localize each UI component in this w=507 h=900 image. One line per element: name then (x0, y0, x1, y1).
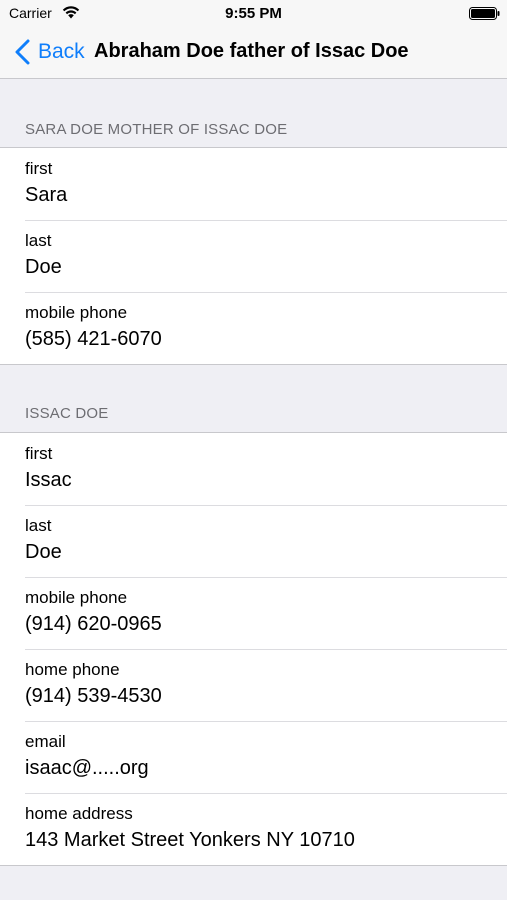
field-label: mobile phone (25, 588, 128, 607)
field-value: 143 Market Street Yonkers NY 10710 (25, 829, 355, 851)
field-row-mobile-phone[interactable]: mobile phone (585) 421-6070 (0, 292, 507, 364)
status-bar: Carrier 9:55 PM (0, 0, 507, 26)
field-row-last[interactable]: last Doe (0, 220, 507, 292)
battery-icon (469, 7, 500, 20)
field-label: email (25, 732, 66, 751)
field-value: isaac@.....org (25, 757, 149, 779)
field-value: Issac (25, 469, 72, 491)
section-header-label: ISSAC DOE (25, 405, 109, 422)
back-button[interactable]: Back (14, 38, 85, 66)
field-value: (914) 620-0965 (25, 613, 162, 635)
field-value: Sara (25, 184, 68, 206)
field-label: first (25, 444, 53, 463)
field-row-mobile-phone[interactable]: mobile phone (914) 620-0965 (0, 577, 507, 649)
field-row-email[interactable]: email isaac@.....org (0, 721, 507, 793)
section-header: ISSAC DOE (0, 365, 507, 432)
field-label: first (25, 159, 53, 178)
field-value: (585) 421-6070 (25, 328, 162, 350)
field-label: last (25, 516, 52, 535)
field-label: home address (25, 804, 133, 823)
field-label: last (25, 231, 52, 250)
field-label: home phone (25, 660, 120, 679)
contact-details-list: SARA DOE MOTHER OF ISSAC DOE first Sara … (0, 80, 507, 866)
field-row-home-address[interactable]: home address 143 Market Street Yonkers N… (0, 793, 507, 865)
back-label: Back (38, 40, 85, 63)
section-sara-doe: first Sara last Doe mobile phone (585) 4… (0, 147, 507, 365)
field-label: mobile phone (25, 303, 128, 322)
navigation-bar: Back Abraham Doe father of Issac Doe (0, 26, 507, 79)
section-issac-doe: first Issac last Doe mobile phone (914) … (0, 432, 507, 866)
status-time: 9:55 PM (225, 5, 282, 22)
field-value: (914) 539-4530 (25, 685, 162, 707)
field-value: Doe (25, 541, 62, 563)
field-row-home-phone[interactable]: home phone (914) 539-4530 (0, 649, 507, 721)
field-row-first[interactable]: first Issac (0, 433, 507, 505)
field-value: Doe (25, 256, 62, 278)
field-row-last[interactable]: last Doe (0, 505, 507, 577)
page-title: Abraham Doe father of Issac Doe (94, 40, 409, 62)
chevron-left-icon (15, 39, 30, 65)
section-header: SARA DOE MOTHER OF ISSAC DOE (0, 80, 507, 147)
field-row-first[interactable]: first Sara (0, 148, 507, 220)
section-header-label: SARA DOE MOTHER OF ISSAC DOE (25, 121, 288, 138)
